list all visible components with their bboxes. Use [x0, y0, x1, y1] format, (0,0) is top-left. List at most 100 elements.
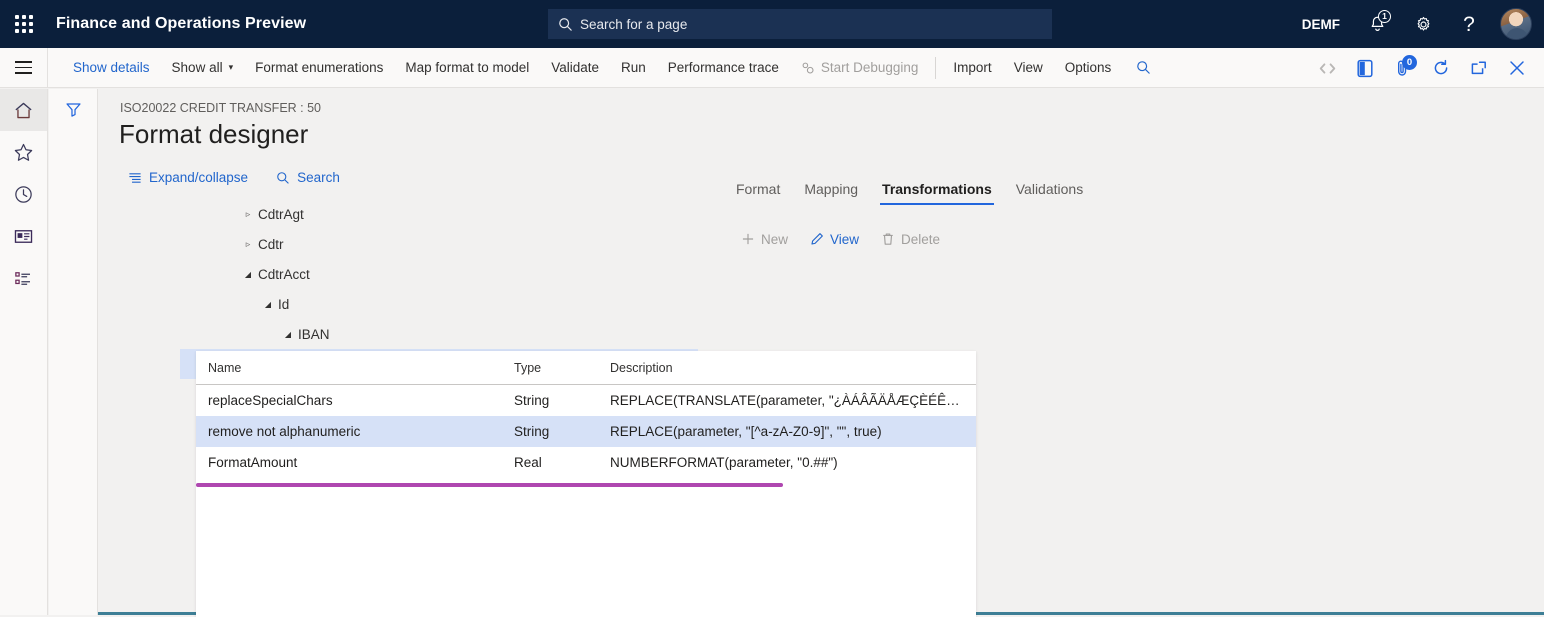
office-app-icon[interactable]: [1346, 48, 1384, 88]
command-format-enumerations[interactable]: Format enumerations: [244, 48, 394, 88]
rail-item-workspaces[interactable]: [0, 215, 47, 257]
attachment-count-badge: 0: [1402, 55, 1417, 70]
notifications-button[interactable]: 1: [1354, 0, 1400, 48]
app-launcher-icon[interactable]: [0, 0, 48, 48]
workspaces-icon: [13, 226, 34, 247]
office-glyph: [1356, 59, 1374, 78]
command-bar-right-icons: 0: [1308, 48, 1536, 88]
top-bar-right-cluster: DEMF 1 ?: [1288, 0, 1534, 48]
search-icon: [558, 17, 573, 32]
command-start-debugging: Start Debugging: [790, 48, 930, 88]
company-selector[interactable]: DEMF: [1288, 17, 1354, 32]
tab-transformations[interactable]: Transformations: [870, 181, 1004, 205]
rail-item-modules[interactable]: [0, 257, 47, 299]
table-row[interactable]: replaceSpecialCharsStringREPLACE(TRANSLA…: [196, 385, 976, 417]
cell-description: NUMBERFORMAT(parameter, "0.##"): [602, 447, 976, 478]
command-label: Show details: [73, 60, 150, 75]
command-label: Options: [1065, 60, 1112, 75]
command-search-button[interactable]: [1122, 48, 1165, 88]
rail-item-home[interactable]: [0, 89, 47, 131]
modules-list-icon: [13, 268, 34, 289]
rail-item-recent[interactable]: [0, 173, 47, 215]
column-header-type[interactable]: Type: [506, 351, 602, 385]
global-search-placeholder: Search for a page: [580, 17, 687, 32]
tree-node-id[interactable]: ◢Id: [98, 289, 710, 319]
chevron-down-icon[interactable]: ◢: [238, 270, 258, 279]
tree-search-button[interactable]: Search: [276, 170, 340, 185]
chevron-right-icon[interactable]: ▹: [238, 209, 258, 220]
grid-tool-view-button[interactable]: View: [801, 227, 868, 252]
command-label: Performance trace: [668, 60, 779, 75]
tree-node-label: CdtrAcct: [258, 267, 310, 282]
rail-item-favorites[interactable]: [0, 131, 47, 173]
help-button[interactable]: ?: [1446, 0, 1492, 48]
global-search-input[interactable]: Search for a page: [548, 9, 1052, 39]
tree-node-cdtragt[interactable]: ▹CdtrAgt: [98, 199, 710, 229]
debug-icon: [801, 61, 815, 75]
chevron-down-icon: ▾: [229, 62, 234, 73]
tree-node-label: CdtrAgt: [258, 207, 304, 222]
notification-badge: 1: [1378, 10, 1391, 23]
chevron-down-icon[interactable]: ◢: [258, 300, 278, 309]
open-in-new-window-button[interactable]: [1460, 48, 1498, 88]
table-row[interactable]: FormatAmountRealNUMBERFORMAT(parameter, …: [196, 447, 976, 478]
filter-button[interactable]: [49, 89, 97, 129]
open-in-new-window-icon: [1470, 60, 1488, 76]
cell-description: REPLACE(TRANSLATE(parameter, "¿ÀÁÂÃÄÅÆÇÈ…: [602, 385, 976, 417]
command-import[interactable]: Import: [942, 48, 1002, 88]
tree-node-cdtracct[interactable]: ◢CdtrAcct: [98, 259, 710, 289]
attachment-button[interactable]: 0: [1384, 48, 1422, 88]
expand-collapse-button[interactable]: Expand/collapse: [128, 170, 248, 185]
grid-header-row: Name Type Description: [196, 351, 976, 385]
command-label: Show all: [172, 60, 223, 75]
refresh-button[interactable]: [1422, 48, 1460, 88]
filter-icon: [64, 100, 83, 119]
tab-validations[interactable]: Validations: [1004, 181, 1095, 205]
close-icon: [1508, 59, 1526, 77]
command-run[interactable]: Run: [610, 48, 657, 88]
close-button[interactable]: [1498, 48, 1536, 88]
command-bar: Show details Show all ▾ Format enumerati…: [0, 48, 1544, 88]
command-performance-trace[interactable]: Performance trace: [657, 48, 790, 88]
expand-collapse-label: Expand/collapse: [149, 170, 248, 185]
grid-tool-label: View: [830, 232, 859, 247]
left-navigation-rail: [0, 89, 48, 615]
grid-body: replaceSpecialCharsStringREPLACE(TRANSLA…: [196, 385, 976, 479]
command-label: View: [1014, 60, 1043, 75]
pencil-icon: [810, 232, 824, 246]
tree-node-label: Cdtr: [258, 237, 284, 252]
page-title: Format designer: [119, 119, 308, 150]
navigation-menu-button[interactable]: [0, 48, 48, 88]
command-bar-items: Show details Show all ▾ Format enumerati…: [48, 48, 1165, 88]
chevron-right-icon[interactable]: ▹: [238, 239, 258, 250]
refresh-icon: [1432, 59, 1450, 77]
breadcrumb: ISO20022 CREDIT TRANSFER : 50: [120, 101, 321, 115]
column-header-description[interactable]: Description: [602, 351, 976, 385]
tree-node-label: Id: [278, 297, 289, 312]
details-tabs: FormatMappingTransformationsValidations: [724, 167, 1544, 205]
command-validate[interactable]: Validate: [540, 48, 610, 88]
command-show-all[interactable]: Show all ▾: [161, 48, 245, 88]
command-map-format-to-model[interactable]: Map format to model: [394, 48, 540, 88]
tab-mapping[interactable]: Mapping: [792, 181, 870, 205]
chevron-down-icon[interactable]: ◢: [278, 330, 298, 339]
command-view[interactable]: View: [1003, 48, 1054, 88]
code-icon: [1308, 48, 1346, 88]
content-area: ISO20022 CREDIT TRANSFER : 50 Format des…: [98, 89, 1544, 615]
command-options[interactable]: Options: [1054, 48, 1123, 88]
cell-name: replaceSpecialChars: [196, 385, 506, 417]
home-icon: [13, 100, 34, 121]
user-avatar[interactable]: [1500, 8, 1532, 40]
plus-icon: [741, 232, 755, 246]
tab-format[interactable]: Format: [724, 181, 792, 205]
search-icon: [1136, 60, 1151, 75]
command-show-details[interactable]: Show details: [62, 48, 161, 88]
settings-button[interactable]: [1400, 0, 1446, 48]
column-header-name[interactable]: Name: [196, 351, 506, 385]
tree-node-iban[interactable]: ◢IBAN: [98, 319, 710, 349]
tree-node-cdtr[interactable]: ▹Cdtr: [98, 229, 710, 259]
cell-description: REPLACE(parameter, "[^a-zA-Z0-9]", "", t…: [602, 416, 976, 447]
cell-type: String: [506, 416, 602, 447]
table-row[interactable]: remove not alphanumericStringREPLACE(par…: [196, 416, 976, 447]
transformations-grid: Name Type Description replaceSpecialChar…: [196, 351, 976, 478]
